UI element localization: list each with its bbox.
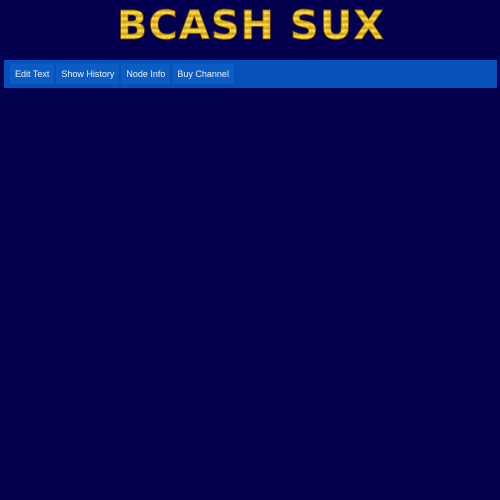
edit-text-button[interactable]: Edit Text <box>10 64 55 84</box>
logo-text: BCASH SUX <box>117 3 385 49</box>
buy-channel-button[interactable]: Buy Channel <box>172 64 234 84</box>
logo-graphic: BCASH SUX <box>117 3 385 50</box>
page: BCASH SUX Edit Text Show History Node In… <box>0 0 500 500</box>
content-area <box>0 88 500 500</box>
site-logo: BCASH SUX <box>0 0 500 52</box>
show-history-button[interactable]: Show History <box>56 64 120 84</box>
node-info-button[interactable]: Node Info <box>121 64 171 84</box>
toolbar: Edit Text Show History Node Info Buy Cha… <box>4 60 497 88</box>
